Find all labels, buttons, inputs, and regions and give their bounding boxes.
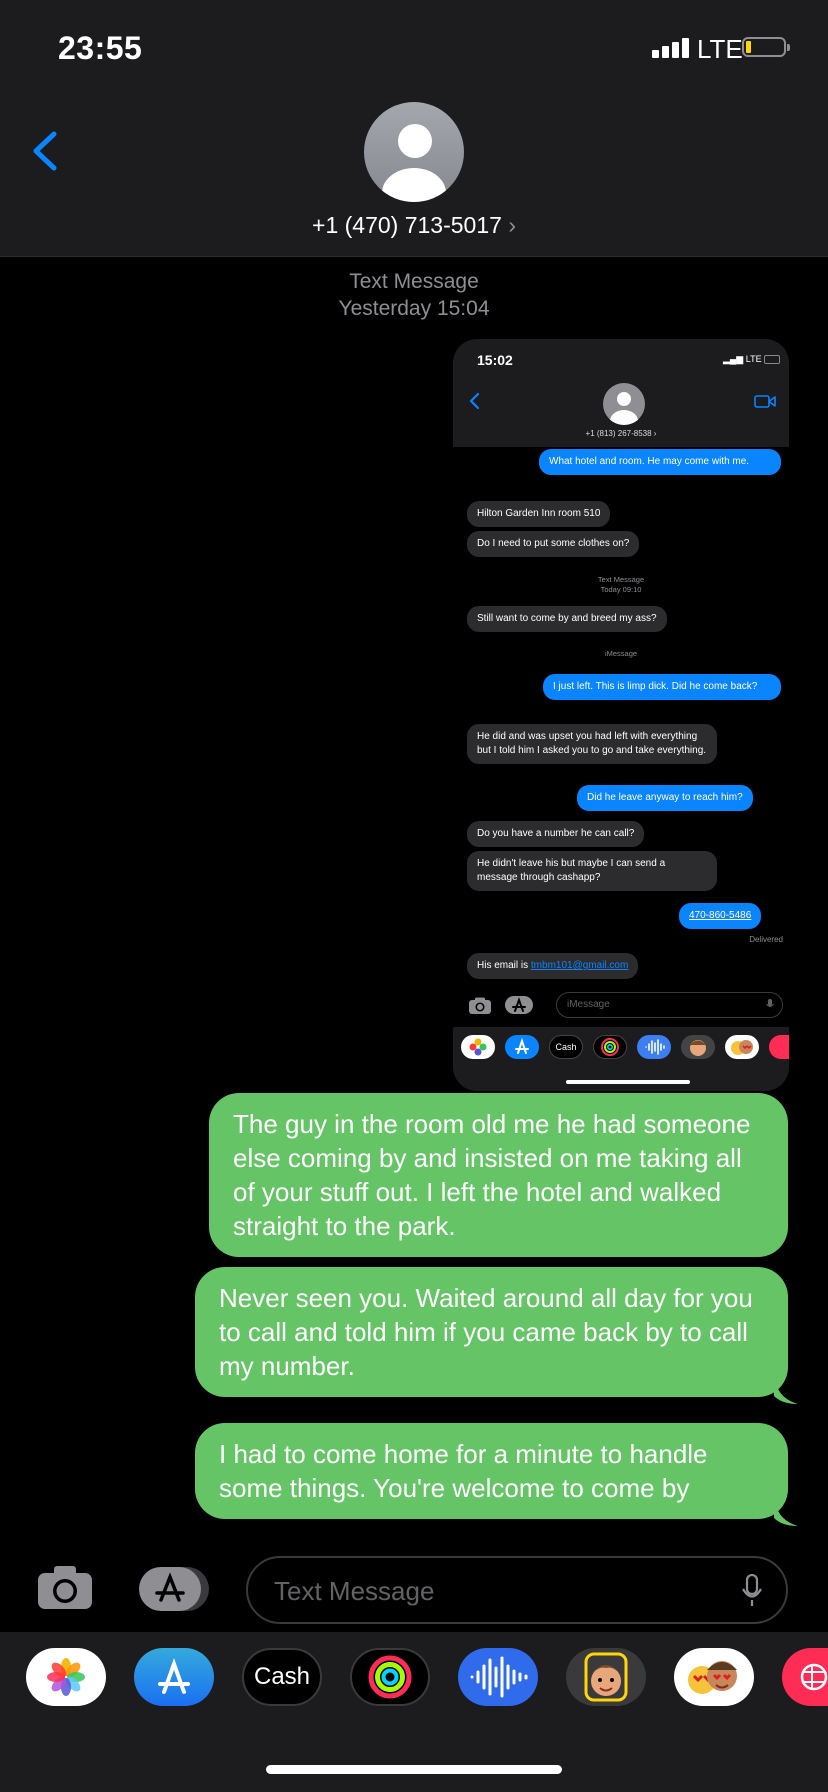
camera-button[interactable]	[36, 1563, 94, 1611]
network-label: LTE	[697, 34, 743, 64]
screenshot-message-in: Do you have a number he can call?	[467, 821, 645, 847]
signal-strength-icon	[652, 38, 692, 58]
screenshot-home-indicator	[566, 1080, 690, 1084]
screenshot-message-out: Did he leave anyway to reach him?	[577, 785, 753, 811]
screenshot-message-in: His email is tmbm101@gmail.com	[467, 953, 639, 979]
screenshot-time: 15:02	[477, 352, 513, 368]
screenshot-avatar	[603, 383, 645, 425]
photos-icon[interactable]	[26, 1648, 106, 1706]
screenshot-audio-icon	[637, 1035, 671, 1059]
status-bar: 23:55 LTE	[0, 0, 828, 100]
contact-avatar[interactable]	[364, 102, 464, 202]
app-store-icon[interactable]	[134, 1648, 214, 1706]
screenshot-message-in: Still want to come by and breed my ass?	[467, 606, 667, 632]
message-bubble-outgoing[interactable]: Never seen you. Waited around all day fo…	[195, 1267, 788, 1397]
message-timestamp: Text Message Yesterday 15:04	[0, 268, 828, 322]
screenshot-message-in: He didn't leave his but maybe I can send…	[467, 851, 717, 891]
message-type-label: Text Message	[349, 270, 479, 293]
screenshot-signal-icon: ▂▄▆	[723, 354, 744, 364]
audio-message-icon[interactable]	[458, 1648, 538, 1706]
contact-number: +1 (470) 713-5017	[312, 212, 502, 238]
facetime-video-icon	[754, 395, 776, 408]
home-indicator[interactable]	[266, 1765, 562, 1774]
message-bubble-outgoing[interactable]: The guy in the room old me he had someon…	[209, 1093, 788, 1257]
screenshot-message-in: Do I need to put some clothes on?	[467, 531, 640, 557]
screenshot-activity-icon	[593, 1035, 627, 1059]
screenshot-status: ▂▄▆ LTE	[723, 354, 781, 365]
screenshot-network: LTE	[745, 354, 762, 364]
bubble-tail	[774, 1496, 798, 1526]
app-store-icon	[139, 1567, 209, 1611]
screenshot-camera-icon	[469, 997, 491, 1014]
contact-name-button[interactable]: +1 (470) 713-5017 ›	[0, 212, 828, 239]
back-button[interactable]	[26, 126, 66, 176]
screenshot-imessage-label: iMessage	[604, 649, 638, 658]
screenshot-contact: +1 (813) 267-8538 ›	[585, 429, 657, 438]
status-time: 23:55	[58, 30, 143, 66]
memoji-icon[interactable]	[566, 1648, 646, 1706]
screenshot-message-input: iMessage	[556, 992, 783, 1018]
apple-cash-icon[interactable]: Cash	[242, 1648, 322, 1706]
screenshot-message-out: I just left. This is limp dick. Did he c…	[543, 674, 781, 700]
screenshot-message-in: He did and was upset you had left with e…	[467, 724, 717, 764]
screenshot-phone-link: 470-860-5486	[679, 903, 762, 929]
message-input[interactable]: Text Message	[246, 1556, 788, 1624]
screenshot-memoji-icon	[681, 1035, 715, 1059]
cash-label: Cash	[253, 1663, 311, 1690]
animoji-stickers-icon[interactable]	[674, 1648, 754, 1706]
screenshot-timestamp: Text Message Today 09:10	[597, 575, 645, 594]
screenshot-email-link: tmbm101@gmail.com	[530, 960, 629, 971]
screenshot-stickers-icon	[725, 1035, 759, 1059]
message-bubble-outgoing[interactable]: I had to come home for a minute to handl…	[195, 1423, 788, 1519]
app-store-button[interactable]	[139, 1567, 211, 1611]
screenshot-back-icon	[469, 392, 480, 410]
battery-icon	[742, 37, 790, 57]
message-date: Yesterday 15:04	[338, 297, 490, 320]
chevron-left-icon	[33, 131, 57, 171]
screenshot-cash-icon: Cash	[549, 1035, 583, 1059]
screenshot-appstore-app-icon	[505, 1035, 539, 1059]
digital-touch-icon[interactable]	[782, 1648, 828, 1706]
screenshot-appstore-icon	[505, 996, 533, 1014]
screenshot-message-out: What hotel and room. He may come with me…	[539, 449, 781, 475]
conversation-header: +1 (470) 713-5017 ›	[0, 100, 828, 257]
screenshot-delivered: Delivered	[749, 935, 783, 944]
microphone-icon[interactable]	[742, 1574, 762, 1608]
camera-icon	[38, 1566, 92, 1609]
image-attachment[interactable]: 15:02 ▂▄▆ LTE +1 (813) 267-8538 › What h…	[453, 339, 789, 1091]
screenshot-mic-icon	[766, 999, 774, 1007]
bubble-tail	[774, 1374, 798, 1404]
message-input-placeholder: Text Message	[274, 1576, 435, 1606]
screenshot-header: 15:02 ▂▄▆ LTE +1 (813) 267-8538 ›	[453, 339, 789, 447]
chevron-right-icon: ›	[508, 212, 516, 238]
screenshot-photos-icon	[461, 1035, 495, 1059]
screenshot-battery-icon	[764, 355, 781, 365]
screenshot-digital-touch-icon	[769, 1035, 789, 1059]
activity-icon[interactable]	[350, 1648, 430, 1706]
screenshot-message-in: Hilton Garden Inn room 510	[467, 501, 611, 527]
